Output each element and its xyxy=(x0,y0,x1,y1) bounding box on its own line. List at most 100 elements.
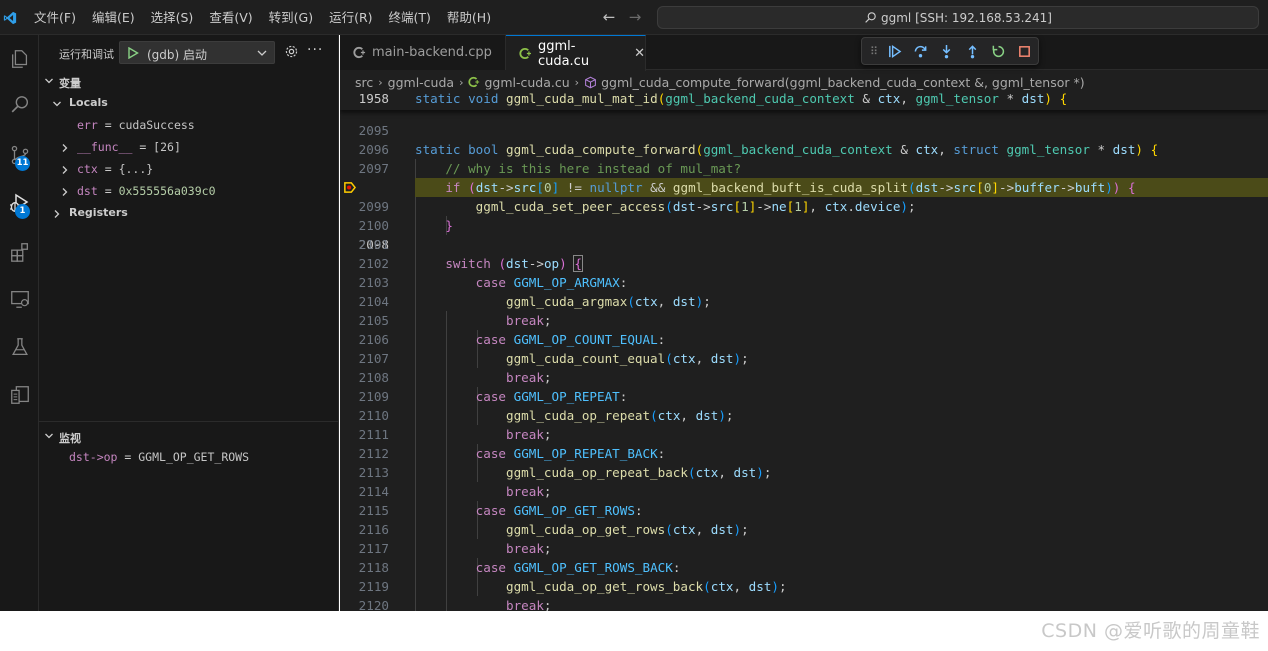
function-call: ggml_cuda_count_equal xyxy=(506,351,666,366)
code-line-2120[interactable]: 2120 break; xyxy=(340,596,1268,611)
line-number: 2111 xyxy=(358,427,389,442)
locals-scope[interactable]: Locals xyxy=(39,92,339,114)
case-label: GGML_OP_REPEAT_BACK xyxy=(513,446,658,461)
variable-value: [26] xyxy=(153,140,181,154)
chevron-right-icon xyxy=(62,166,68,174)
menu-go[interactable]: 转到(G) xyxy=(261,0,321,35)
case-label: GGML_OP_COUNT_EQUAL xyxy=(513,332,658,347)
line-number: 2107 xyxy=(358,351,389,366)
menu-selection[interactable]: 选择(S) xyxy=(143,0,202,35)
menu-edit[interactable]: 编辑(E) xyxy=(84,0,143,35)
function-call: ggml_cuda_op_get_rows xyxy=(506,522,666,537)
breadcrumb-file[interactable]: ggml-cuda.cu xyxy=(468,75,570,90)
step-into-icon[interactable] xyxy=(937,42,955,60)
breadcrumb: src › ggml-cuda › ggml-cuda.cu › ggml_cu… xyxy=(340,71,1268,93)
code-line-2103[interactable]: 2103 case GGML_OP_ARGMAX: xyxy=(340,273,1268,292)
code-line-2110[interactable]: 2110 ggml_cuda_op_repeat(ctx, dst); xyxy=(340,406,1268,425)
menu-run[interactable]: 运行(R) xyxy=(321,0,380,35)
remote-icon[interactable] xyxy=(0,373,39,417)
code-line-2105[interactable]: 2105 break; xyxy=(340,311,1268,330)
back-arrow-icon[interactable]: ← xyxy=(600,8,618,26)
code-line-2100[interactable]: 2100 } xyxy=(340,216,1268,235)
code-editor[interactable]: 1958 static void ggml_cuda_mul_mat_id(gg… xyxy=(340,91,1268,611)
restart-icon[interactable] xyxy=(989,42,1007,60)
watermark: CSDN @爱听歌的周童鞋 xyxy=(1041,620,1260,642)
menu-view[interactable]: 查看(V) xyxy=(201,0,260,35)
code-line-2097[interactable]: 2097 // why is this here instead of mul_… xyxy=(340,159,1268,178)
code-line-2096[interactable]: 2096 static bool ggml_cuda_compute_forwar… xyxy=(340,140,1268,159)
variable-name: dst xyxy=(77,184,98,198)
variable-equals: = xyxy=(97,118,119,132)
command-center[interactable]: ggml [SSH: 192.168.53.241] xyxy=(657,6,1259,29)
code-line-2095[interactable]: 2095 xyxy=(340,121,1268,140)
line-number: 2119 xyxy=(358,579,389,594)
line-number: 2105 xyxy=(358,313,389,328)
variable-row-dst[interactable]: dst = 0x555556a039c0 xyxy=(39,180,339,202)
code-line-2102[interactable]: 2102 switch (dst->op) { xyxy=(340,254,1268,273)
stop-icon[interactable] xyxy=(1015,42,1033,60)
sticky-scroll-line[interactable]: 1958 static void ggml_cuda_mul_mat_id(gg… xyxy=(340,91,1268,110)
code-line-2118[interactable]: 2118 case GGML_OP_GET_ROWS_BACK: xyxy=(340,558,1268,577)
search-icon[interactable] xyxy=(0,83,39,127)
tab-label: main-backend.cpp xyxy=(372,45,492,60)
continue-icon[interactable] xyxy=(885,42,903,60)
code-line-2106[interactable]: 2106 case GGML_OP_COUNT_EQUAL: xyxy=(340,330,1268,349)
code-line-2115[interactable]: 2115 case GGML_OP_GET_ROWS: xyxy=(340,501,1268,520)
menu-help[interactable]: 帮助(H) xyxy=(439,0,499,35)
line-number: 2110 xyxy=(358,408,389,423)
watch-equals: = xyxy=(117,450,139,464)
vscode-logo-icon xyxy=(0,0,20,35)
extensions-icon[interactable] xyxy=(0,230,39,274)
testing-icon[interactable] xyxy=(0,325,39,369)
more-actions-icon[interactable]: ··· xyxy=(307,42,323,58)
menu-terminal[interactable]: 终端(T) xyxy=(381,0,439,35)
variable-row-ctx[interactable]: ctx = {...} xyxy=(39,158,339,180)
registers-scope[interactable]: Registers xyxy=(39,202,339,224)
code-line-2108[interactable]: 2108 break; xyxy=(340,368,1268,387)
line-number: 2103 xyxy=(358,275,389,290)
code-line-2107[interactable]: 2107 ggml_cuda_count_equal(ctx, dst); xyxy=(340,349,1268,368)
step-out-icon[interactable] xyxy=(963,42,981,60)
drag-handle-icon[interactable]: ⠿ xyxy=(870,45,878,58)
watch-expression-row[interactable]: dst->op = GGML_OP_GET_ROWS xyxy=(39,446,339,468)
code-line-2119[interactable]: 2119 ggml_cuda_op_get_rows_back(ctx, dst… xyxy=(340,577,1268,596)
start-debugging-icon[interactable] xyxy=(127,47,139,59)
code-line-2114[interactable]: 2114 break; xyxy=(340,482,1268,501)
launch-config-label: (gdb) 启动 xyxy=(147,48,208,62)
variables-section-header[interactable]: 变量 xyxy=(39,71,339,93)
code-line-2116[interactable]: 2116 ggml_cuda_op_get_rows(ctx, dst); xyxy=(340,520,1268,539)
code-line-2109[interactable]: 2109 case GGML_OP_REPEAT: xyxy=(340,387,1268,406)
close-icon[interactable]: ✕ xyxy=(634,46,645,61)
case-label: GGML_OP_REPEAT xyxy=(513,389,620,404)
breadcrumb-symbol[interactable]: ggml_cuda_compute_forward(ggml_backend_c… xyxy=(584,75,1085,90)
breadcrumb-item[interactable]: src xyxy=(355,75,373,90)
code-line-2111[interactable]: 2111 break; xyxy=(340,425,1268,444)
watch-section-header[interactable]: 监视 xyxy=(39,426,339,448)
code-line-2101[interactable]: 2101 xyxy=(340,235,1268,254)
code-line-2117[interactable]: 2117 break; xyxy=(340,539,1268,558)
breadcrumb-item[interactable]: ggml-cuda xyxy=(388,75,454,90)
tab-ggml-cuda[interactable]: ggml-cuda.cu ✕ xyxy=(506,35,646,71)
variable-row-err[interactable]: err = cudaSuccess xyxy=(39,114,339,136)
function-call: ggml_cuda_op_get_rows_back xyxy=(506,579,704,594)
forward-arrow-icon[interactable]: → xyxy=(626,8,644,26)
chevron-right-icon xyxy=(62,144,68,152)
code-line-2112[interactable]: 2112 case GGML_OP_REPEAT_BACK: xyxy=(340,444,1268,463)
tab-main-backend[interactable]: main-backend.cpp xyxy=(340,35,506,70)
code-line-2099[interactable]: 2099 ggml_cuda_set_peer_access(dst->src[… xyxy=(340,197,1268,216)
line-number: 2112 xyxy=(358,446,389,461)
current-statement-arrow-icon xyxy=(344,182,356,193)
variable-row-func[interactable]: __func__ = [26] xyxy=(39,136,339,158)
chevron-down-icon xyxy=(45,433,53,439)
step-over-icon[interactable] xyxy=(911,42,929,60)
remote-explorer-icon[interactable] xyxy=(0,277,39,321)
line-number: 1958 xyxy=(358,91,389,106)
launch-config-select[interactable]: (gdb) 启动 xyxy=(119,41,275,64)
gear-icon[interactable] xyxy=(284,44,299,59)
code-line-2098-current[interactable]: 2098 if (dst->src[0] != nullptr && ggml_… xyxy=(340,178,1268,252)
explorer-icon[interactable] xyxy=(0,37,39,81)
code-line-2113[interactable]: 2113 ggml_cuda_op_repeat_back(ctx, dst); xyxy=(340,463,1268,482)
line-number: 2101 xyxy=(358,237,389,252)
code-line-2104[interactable]: 2104 ggml_cuda_argmax(ctx, dst); xyxy=(340,292,1268,311)
menu-file[interactable]: 文件(F) xyxy=(26,0,84,35)
